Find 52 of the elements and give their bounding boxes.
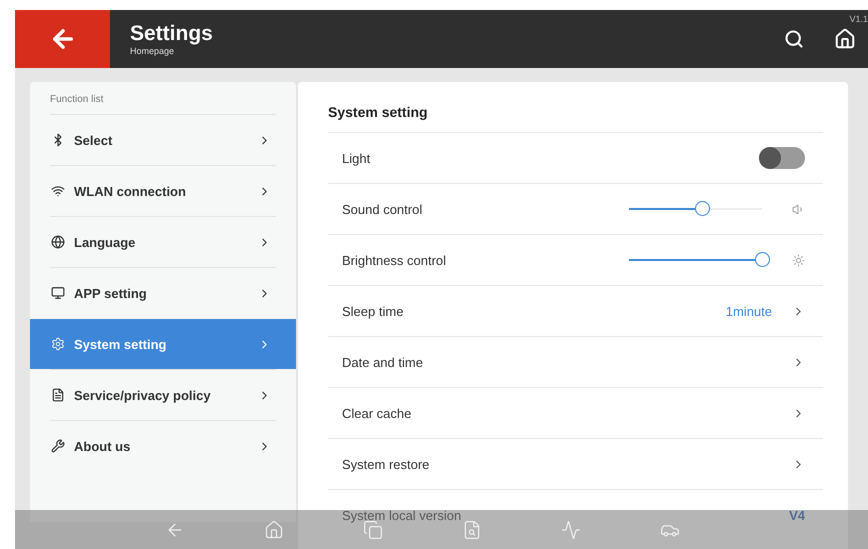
nav-button[interactable]: [264, 520, 284, 540]
setting-label: System local version: [342, 508, 462, 522]
sidebar-item-label: Select: [74, 132, 114, 148]
light-toggle[interactable]: [759, 147, 805, 169]
search-icon: [784, 29, 804, 49]
sidebar-item[interactable]: APP setting: [50, 267, 276, 318]
sidebar-item-label: Service/privacy policy: [74, 388, 212, 402]
document-search-icon: [462, 520, 482, 540]
sidebar-item[interactable]: About us: [50, 420, 276, 471]
sidebar-item[interactable]: Language: [50, 216, 276, 267]
home-icon: [834, 28, 856, 50]
sidebar-item-label: System setting: [74, 336, 168, 352]
sidebar-item[interactable]: WLAN connection: [50, 165, 276, 216]
slider-thumb[interactable]: [755, 252, 770, 267]
speaker-icon: [792, 202, 805, 216]
back-button[interactable]: [15, 10, 110, 68]
panel-title: System setting: [328, 103, 429, 122]
sidebar-item-label: About us: [74, 438, 132, 454]
setting-row[interactable]: Clear cache: [328, 387, 823, 438]
sidebar-title: Function list: [49, 93, 104, 107]
document-icon: [51, 388, 65, 402]
sidebar-item[interactable]: Service/privacy policy: [50, 369, 276, 420]
page-title: Settings: [130, 22, 214, 46]
slider-thumb[interactable]: [695, 201, 710, 216]
setting-label: Clear cache: [342, 406, 412, 420]
wifi-icon: [51, 184, 65, 198]
home-button[interactable]: [834, 28, 856, 50]
sidebar-item[interactable]: Select: [50, 114, 276, 165]
setting-row[interactable]: Date and time: [328, 336, 823, 387]
version-label: V1.1: [849, 14, 868, 24]
setting-value: V4: [789, 508, 805, 522]
wrench-icon: [51, 439, 65, 453]
setting-label: Date and time: [342, 354, 424, 370]
globe-icon: [51, 235, 65, 249]
setting-row[interactable]: Sleep time 1minute: [328, 285, 823, 336]
page-subtitle: Homepage: [130, 46, 176, 56]
pulse-icon: [561, 520, 581, 540]
sidebar-item-label: Language: [74, 234, 136, 250]
setting-label: Light: [342, 150, 372, 166]
setting-value: 1minute: [726, 304, 772, 318]
setting-label: Sound control: [342, 202, 424, 216]
sun-icon: [792, 254, 805, 266]
gear-icon: [51, 337, 65, 351]
setting-label: Brightness control: [342, 252, 448, 268]
sidebar-item[interactable]: System setting: [30, 318, 296, 369]
sidebar-item-label: APP setting: [74, 286, 148, 300]
setting-label: System restore: [342, 456, 430, 472]
setting-row[interactable]: System restore: [328, 438, 823, 489]
monitor-icon: [51, 286, 65, 300]
search-button[interactable]: [784, 29, 804, 49]
setting-label: Sleep time: [342, 304, 404, 318]
sidebar-item-label: WLAN connection: [74, 184, 187, 198]
